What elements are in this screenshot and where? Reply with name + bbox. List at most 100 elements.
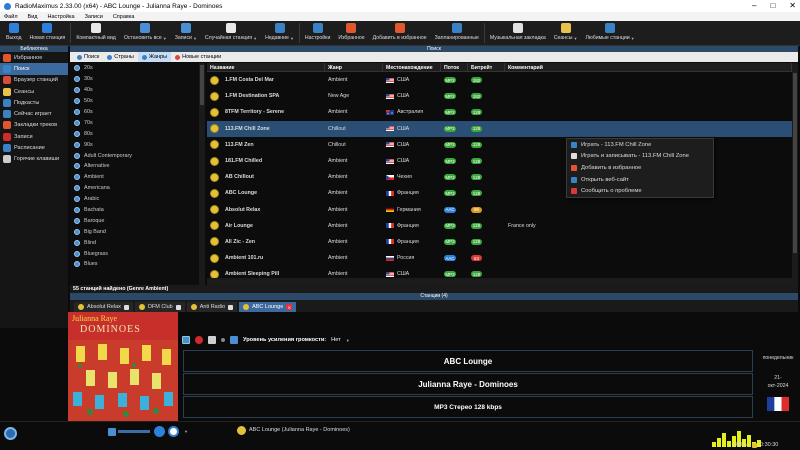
station-tab-1[interactable]: DFM Club [134, 302, 185, 312]
toolbar-button-10[interactable]: Запланированные [431, 21, 483, 45]
toolbar-button-11[interactable]: Музыкальная закладка [486, 21, 550, 45]
genre-item[interactable]: 90s [70, 139, 206, 150]
tab-3[interactable]: Новые станции [171, 52, 225, 62]
genre-item[interactable]: 20s [70, 63, 206, 74]
context-menu-item-4[interactable]: Сообщить о проблеме [567, 185, 713, 197]
station-tab-3[interactable]: ABC Lounge ✕ [239, 302, 297, 312]
sidebar-item-4[interactable]: Подкасты [0, 97, 68, 108]
sidebar-item-6[interactable]: Закладки треков [0, 120, 68, 131]
genre-item[interactable]: 60s [70, 107, 206, 118]
genre-item[interactable]: 30s [70, 74, 206, 85]
close-tab-icon[interactable] [175, 304, 181, 310]
close-icon[interactable]: ✕ [789, 0, 796, 12]
station-tab-0[interactable]: Absolut Relax [74, 302, 133, 312]
genre-item[interactable]: Ambient [70, 172, 206, 183]
toolbar-button-1[interactable]: Новая станция [26, 21, 70, 45]
stop-icon[interactable] [182, 336, 190, 344]
equalizer-icon[interactable] [230, 336, 238, 344]
bookmark-icon[interactable] [208, 336, 216, 344]
chevron-down-icon[interactable]: ▼ [163, 36, 167, 41]
tab-1[interactable]: Страны [103, 52, 138, 62]
table-row[interactable]: 8TFM Territory - Serene Ambient Австралия M… [207, 104, 792, 120]
genre-item[interactable]: 80s [70, 128, 206, 139]
genre-item[interactable]: Arabic [70, 194, 206, 205]
column-header[interactable]: Название [207, 63, 325, 72]
genre-item[interactable]: Baroque [70, 215, 206, 226]
table-row[interactable]: Absolut Relax Ambient Германия AAC 96 [207, 202, 792, 218]
table-row[interactable]: Ambient 101.ru Ambient Россия AAC 63 [207, 250, 792, 266]
table-row[interactable]: All Zic - Zen Ambient Франция MP3 128 [207, 234, 792, 250]
table-row[interactable]: 1.FM Costa Del Mar Ambient США MP3 192 [207, 72, 792, 88]
volume-boost-value[interactable]: Нет [331, 337, 341, 343]
context-menu-item-3[interactable]: Открыть веб-сайт [567, 174, 713, 186]
genre-item[interactable]: 50s [70, 96, 206, 107]
table-horizontal-scrollbar[interactable] [207, 278, 792, 285]
genre-item[interactable]: Adult Contemporary [70, 150, 206, 161]
dot-icon[interactable] [221, 338, 225, 342]
toolbar-button-13[interactable]: Любимые станции ▼ [581, 21, 638, 45]
table-scrollbar[interactable] [792, 63, 798, 285]
close-tab-icon[interactable] [123, 304, 129, 310]
menu-view[interactable]: Вид [28, 14, 38, 20]
genre-item[interactable]: Bluegrass [70, 248, 206, 259]
toolbar-button-3[interactable]: Остановить все ▼ [120, 21, 171, 45]
context-menu-item-2[interactable]: Добавить в избранное [567, 162, 713, 174]
table-row[interactable]: 113.FM Chill Zone Chillout США MP3 128 [207, 120, 792, 137]
toolbar-button-6[interactable]: Недавние ▼ [261, 21, 298, 45]
genre-item[interactable]: 40s [70, 85, 206, 96]
speaker-icon[interactable] [154, 426, 165, 437]
genre-item[interactable]: 70s [70, 117, 206, 128]
sidebar-item-2[interactable]: Браузер станций [0, 75, 68, 86]
column-header[interactable]: Битрейт [468, 63, 505, 72]
tab-0[interactable]: Поиск [73, 52, 103, 62]
close-tab-icon[interactable]: ✕ [286, 304, 293, 310]
chevron-down-icon[interactable]: ▼ [253, 36, 257, 41]
sidebar-item-1[interactable]: Поиск [0, 63, 68, 75]
toolbar-button-9[interactable]: Добавить в избранное [369, 21, 431, 45]
chevron-down-icon[interactable]: ▼ [573, 36, 577, 41]
toolbar-button-7[interactable]: Настройки [301, 21, 334, 45]
toolbar-button-12[interactable]: Сеансы ▼ [550, 21, 582, 45]
menu-settings[interactable]: Настройка [47, 14, 74, 20]
maximize-icon[interactable]: □ [770, 0, 775, 12]
context-menu-item-0[interactable]: Играть - 113.FM Chill Zone [567, 139, 713, 151]
close-tab-icon[interactable] [228, 304, 234, 310]
chevron-down-icon[interactable]: ▼ [193, 36, 197, 41]
genre-item[interactable]: Bachata [70, 205, 206, 216]
toolbar-button-4[interactable]: Записи ▼ [171, 21, 201, 45]
toolbar-button-8[interactable]: Избранное [334, 21, 368, 45]
toolbar-button-2[interactable]: Компактный вид [72, 21, 119, 45]
chevron-down-icon[interactable]: ▼ [184, 429, 188, 434]
genre-item[interactable]: Blind [70, 237, 206, 248]
sidebar-item-7[interactable]: Записи [0, 131, 68, 142]
sidebar-item-3[interactable]: Сеансы [0, 86, 68, 97]
column-header[interactable]: Местонахождение [383, 63, 441, 72]
genre-item[interactable]: Americana [70, 183, 206, 194]
genre-item[interactable]: Big Band [70, 226, 206, 237]
sidebar-item-0[interactable]: Избранное [0, 52, 68, 63]
tab-2[interactable]: Жанры [137, 52, 172, 62]
chevron-down-icon[interactable]: ▼ [290, 36, 294, 41]
chevron-down-icon[interactable]: ▼ [631, 36, 635, 41]
sidebar-item-5[interactable]: Сейчас играет [0, 108, 68, 119]
column-header[interactable]: Поток [441, 63, 468, 72]
stop-playback-button[interactable] [168, 426, 179, 437]
toolbar-button-0[interactable]: Выход [2, 21, 26, 45]
menu-recordings[interactable]: Записи [85, 14, 103, 20]
column-header[interactable]: Комментарий [505, 63, 792, 72]
sidebar-item-9[interactable]: Горячие клавиши [0, 154, 68, 165]
column-header[interactable]: Жанр [325, 63, 383, 72]
menu-file[interactable]: Файл [4, 14, 18, 20]
context-menu-item-1[interactable]: Играть и записывать - 113.FM Chill Zone [567, 151, 713, 163]
table-row[interactable]: Air Lounge Ambient Франция MP3 128 France onl… [207, 218, 792, 234]
record-icon[interactable] [195, 336, 203, 344]
table-row[interactable]: 1.FM Destination SPA New Age США MP3 192 [207, 88, 792, 104]
minimize-icon[interactable]: – [752, 0, 756, 12]
station-tab-2[interactable]: Anti Radio [186, 302, 238, 312]
volume-slider[interactable] [118, 430, 150, 433]
volume-down-icon[interactable] [108, 428, 116, 436]
genre-item[interactable]: Alternative [70, 161, 206, 172]
genre-item[interactable]: Blues [70, 259, 206, 270]
sidebar-item-8[interactable]: Расписание [0, 142, 68, 153]
genre-scrollbar[interactable] [199, 63, 205, 285]
